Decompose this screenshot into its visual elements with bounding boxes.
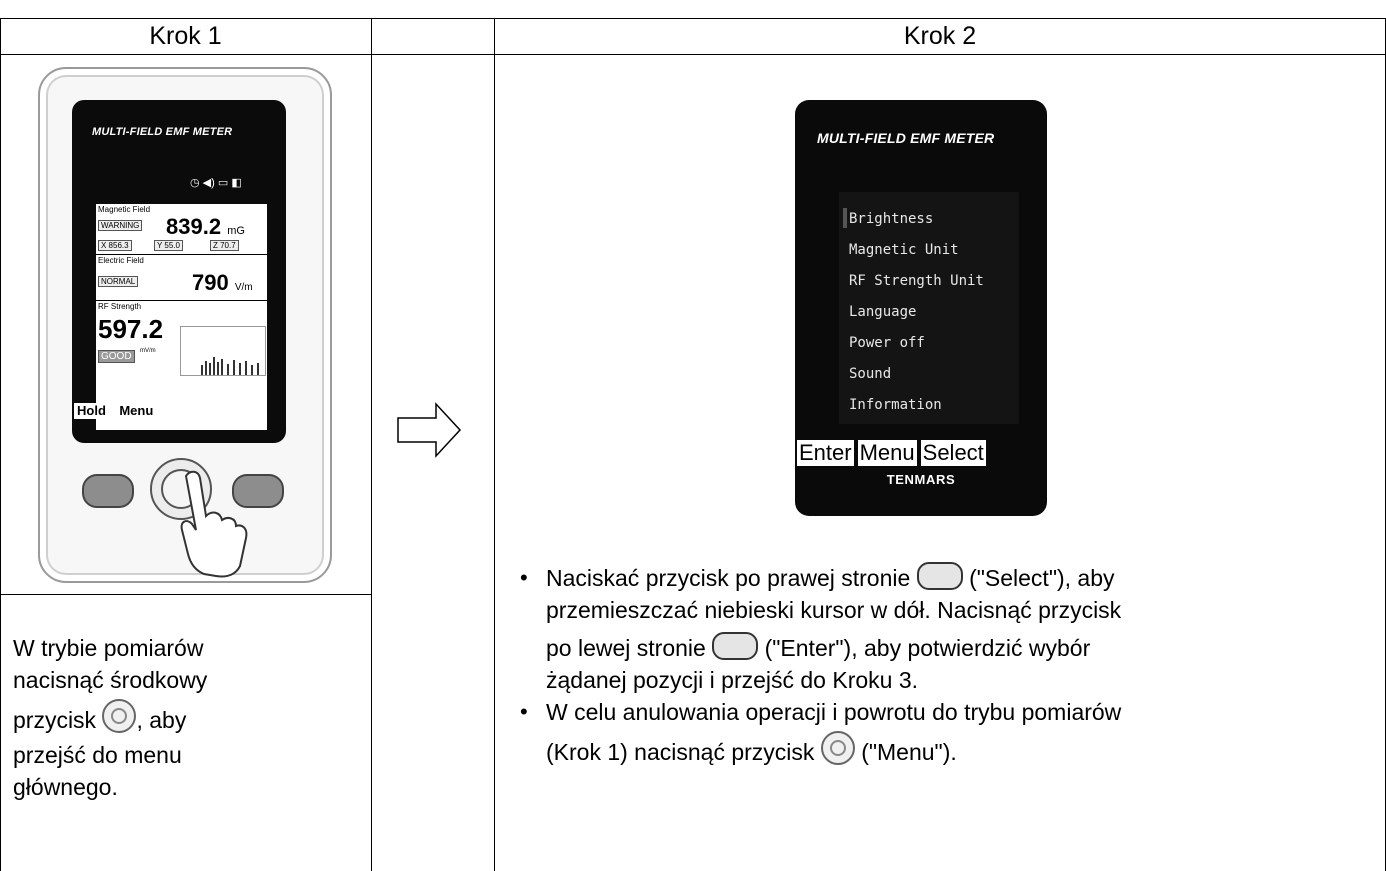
table-left-border: [0, 18, 1, 871]
step1-line: głównego.: [13, 773, 118, 800]
step2-heading: Krok 2: [903, 22, 977, 50]
menu-softkey[interactable]: Menu: [857, 440, 917, 466]
step1-instructions: W trybie pomiarów nacisnąć środkowy przy…: [13, 632, 363, 803]
menu-item-magnetic-unit[interactable]: Magnetic Unit: [849, 235, 984, 266]
electric-status-badge: NORMAL: [98, 276, 139, 287]
electric-unit: V/m: [234, 282, 253, 293]
backlight-icon: ◧: [231, 177, 242, 189]
instruction-text: (Krok 1) nacisnąć przycisk: [546, 739, 815, 765]
instruction-text: Naciskać przycisk po prawej stronie: [546, 565, 911, 591]
menu-softkey: Menu: [116, 403, 157, 419]
magnetic-value: 839.2 mG: [166, 214, 245, 240]
center-button-icon: [820, 730, 855, 765]
instruction-select: Naciskać przycisk po prawej stronie ("Se…: [514, 561, 1380, 696]
instruction-text: ("Menu").: [861, 739, 957, 765]
step1-image-text-divider: [0, 594, 371, 595]
softkey-bar: Hold Menu: [74, 402, 274, 420]
select-softkey[interactable]: Select: [920, 440, 986, 466]
instruction-line: (Krok 1) nacisnąć przycisk ("Menu").: [546, 730, 1380, 771]
magnetic-unit: mG: [227, 225, 245, 237]
battery-icon: ▭: [217, 177, 229, 189]
col-divider-2: [494, 18, 495, 871]
table-header-divider: [0, 54, 1386, 55]
right-arrow-icon: [397, 402, 462, 458]
hold-softkey: Hold: [74, 403, 109, 419]
instruction-line: przemieszczać niebieski kursor w dół. Na…: [546, 597, 1122, 623]
instruction-line: po lewej stronie ("Enter"), aby potwierd…: [546, 631, 1380, 664]
instruction-text: po lewej stronie: [546, 635, 706, 661]
brand-logo: TENMARS: [150, 392, 208, 404]
instruction-line: Naciskać przycisk po prawej stronie ("Se…: [546, 561, 1380, 594]
speaker-icon: ◀): [202, 177, 215, 189]
magnetic-field-label: Magnetic Field: [98, 205, 151, 214]
step1-line: przejść do menu: [13, 741, 182, 768]
step1-heading: Krok 1: [149, 22, 222, 50]
menu-item-language[interactable]: Language: [849, 297, 984, 328]
axis-x-readout: X 856.3: [98, 240, 132, 251]
rf-strength-label: RF Strength: [98, 302, 142, 311]
right-button-icon: [916, 561, 963, 590]
magnetic-status-badge: WARNING: [98, 220, 143, 231]
rf-value: 597.2: [98, 314, 164, 344]
axis-z-readout: Z 70.7: [210, 240, 239, 251]
meter-title: MULTI-FIELD EMF METER: [92, 126, 233, 138]
step1-line: W trybie pomiarów: [13, 635, 204, 661]
instruction-cancel: W celu anulowania operacji i powrotu do …: [514, 696, 1380, 771]
status-icons: ◷ ◀) ▭ ◧: [190, 176, 242, 189]
center-button-icon: [102, 698, 137, 733]
rf-status-badge: GOOD: [98, 350, 135, 363]
device-menu-screen: MULTI-FIELD EMF METER Brightness Magneti…: [795, 100, 1047, 516]
left-button-icon: [712, 631, 759, 660]
electric-number: 790: [192, 270, 229, 295]
axis-y-readout: Y 55.0: [154, 240, 183, 251]
menu-list: Brightness Magnetic Unit RF Strength Uni…: [849, 204, 984, 421]
step1-line-text: przycisk: [13, 707, 97, 733]
electric-value: 790 V/m: [192, 270, 253, 296]
menu-item-sound[interactable]: Sound: [849, 359, 984, 390]
menu-item-rf-strength-unit[interactable]: RF Strength Unit: [849, 266, 984, 297]
electric-field-label: Electric Field: [98, 256, 144, 265]
instruction-line: żądanej pozycji i przejść do Kroku 3.: [546, 667, 919, 693]
pressing-finger-icon: [180, 470, 248, 578]
instruction-text: ("Select"), aby: [969, 565, 1115, 591]
panel-divider: [96, 254, 267, 255]
step1-line: przycisk , aby: [13, 698, 363, 739]
left-button: [82, 474, 134, 508]
menu-cursor: [843, 208, 847, 228]
instruction-list: Naciskać przycisk po prawej stronie ("Se…: [514, 561, 1380, 771]
brand-logo: TENMARS: [886, 472, 956, 487]
panel-divider: [96, 300, 267, 301]
instruction-text: ("Enter"), aby potwierdzić wybór: [764, 635, 1091, 661]
softkey-bar: Enter Menu Select: [797, 440, 986, 466]
step1-line: nacisnąć środkowy: [13, 667, 208, 693]
menu-list-area: Brightness Magnetic Unit RF Strength Uni…: [839, 192, 1019, 424]
device-screen: MULTI-FIELD EMF METER ◷ ◀) ▭ ◧ Magnetic …: [72, 100, 286, 443]
instruction-line: W celu anulowania operacji i powrotu do …: [546, 699, 1122, 725]
rf-unit: mV/m: [140, 348, 156, 354]
step1-line-text: , aby: [136, 707, 187, 733]
meter-title: MULTI-FIELD EMF METER: [817, 130, 995, 146]
menu-item-information[interactable]: Information: [849, 390, 984, 421]
blank-softkey: [163, 403, 216, 419]
col-divider-1: [371, 18, 372, 871]
rf-spectrum-graph: [180, 326, 266, 376]
menu-item-brightness[interactable]: Brightness: [849, 204, 984, 235]
magnetic-number: 839.2: [166, 214, 222, 239]
step2-instructions: Naciskać przycisk po prawej stronie ("Se…: [514, 561, 1380, 771]
menu-item-power-off[interactable]: Power off: [849, 328, 984, 359]
enter-softkey[interactable]: Enter: [797, 440, 854, 466]
spectrum-bars: [201, 357, 259, 375]
timer-icon: ◷: [190, 177, 200, 189]
